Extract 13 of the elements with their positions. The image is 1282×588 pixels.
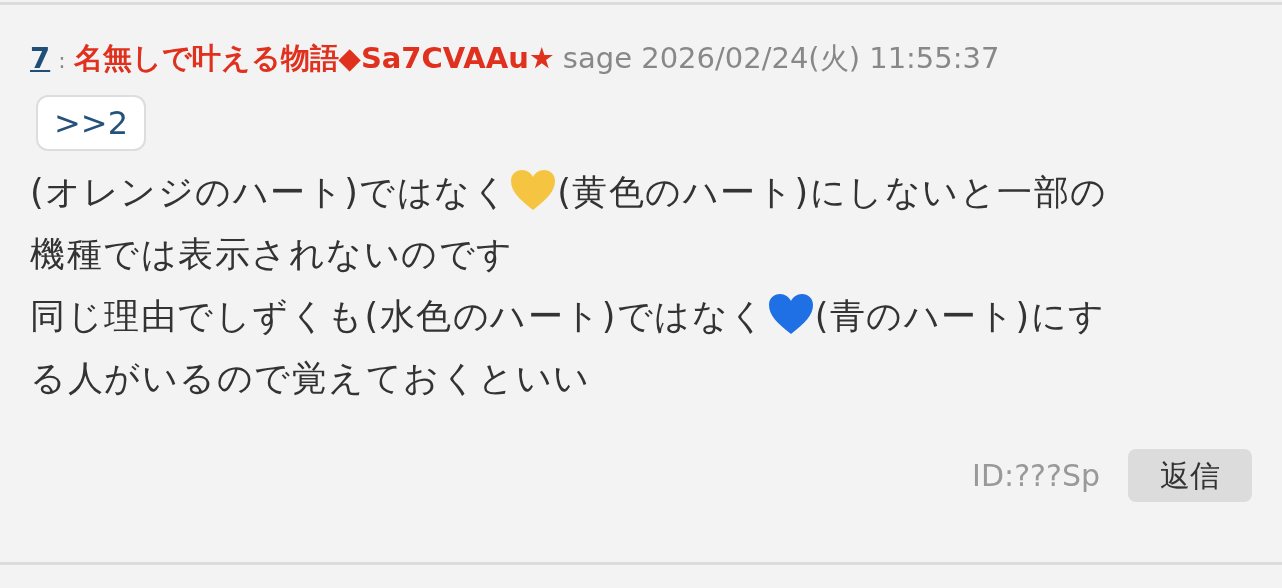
post-number-link[interactable]: 7: [30, 37, 51, 81]
body-text: 同じ理由でしずくも(水色のハート)ではなく: [30, 296, 767, 337]
mail-and-date: sage 2026/02/24(火) 11:55:37: [562, 40, 1000, 77]
body-text: (黄色のハート)にしないと一部の: [557, 172, 1108, 213]
body-text: (オレンジのハート)ではなく: [30, 172, 510, 213]
author-name: 名無しで叶える物語◆Sa7CVAAu★: [73, 40, 555, 77]
body-text: る人がいるので覚えておくといい: [30, 358, 591, 399]
reply-button[interactable]: 返信: [1128, 449, 1252, 503]
poster-id: ID:???Sp: [972, 457, 1100, 496]
anchor-link[interactable]: >>2: [36, 94, 146, 152]
body-text: (青のハート)にす: [814, 296, 1106, 337]
body-text: 機種では表示されないのです: [30, 234, 514, 275]
separator: :: [58, 47, 66, 75]
